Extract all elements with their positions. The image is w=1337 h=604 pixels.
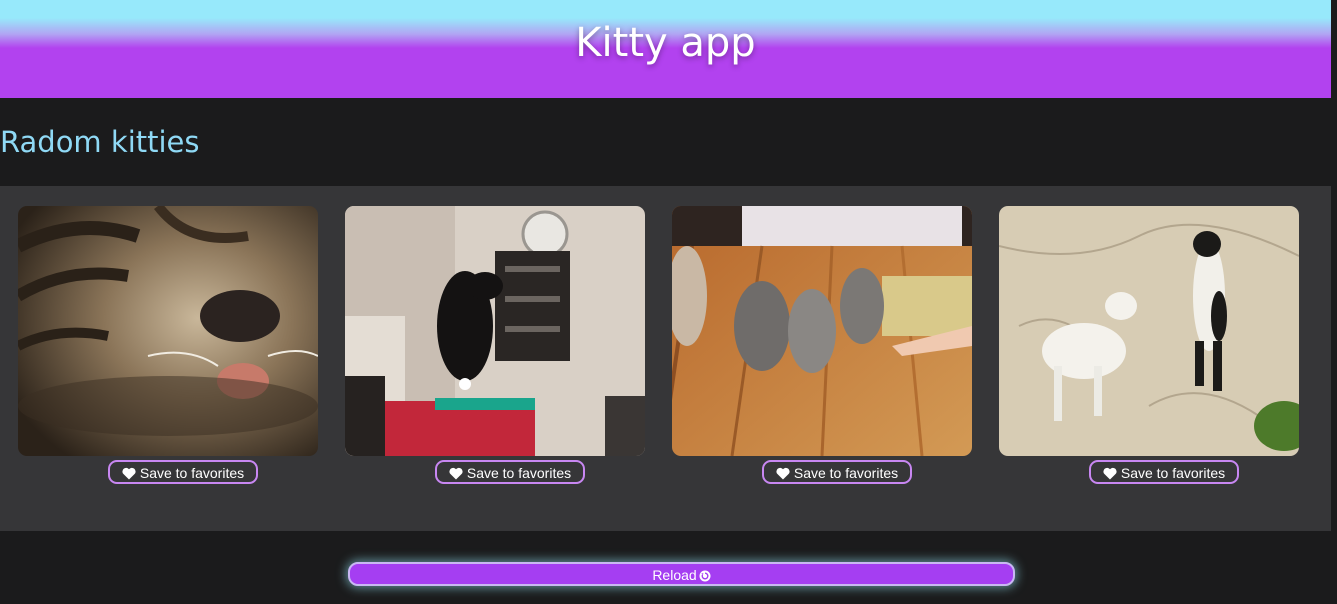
kitty-card: Save to favorites (999, 206, 1299, 484)
heart-icon (1103, 467, 1117, 480)
reload-button-label: Reload (652, 567, 697, 583)
save-button-label: Save to favorites (1120, 465, 1226, 481)
app-header: Kitty app (0, 0, 1331, 98)
kitty-photo (999, 206, 1299, 456)
save-to-favorites-button[interactable]: Save to favorites (435, 460, 585, 484)
kitty-photo (345, 206, 645, 456)
save-button-label: Save to favorites (466, 465, 572, 481)
kitty-gallery: Save to favorites Save to favorites Save… (0, 186, 1331, 531)
scrollbar[interactable] (1331, 0, 1337, 604)
heart-icon (449, 467, 463, 480)
save-button-label: Save to favorites (139, 465, 245, 481)
save-button-label: Save to favorites (793, 465, 899, 481)
kitty-card: Save to favorites (345, 206, 645, 484)
app-title: Kitty app (575, 20, 756, 66)
save-to-favorites-button[interactable]: Save to favorites (108, 460, 258, 484)
kitty-card: Save to favorites (672, 206, 972, 484)
kitty-photo (672, 206, 972, 456)
kitty-photo (18, 206, 318, 456)
kitty-card: Save to favorites (18, 206, 318, 484)
heart-icon (776, 467, 790, 480)
save-to-favorites-button[interactable]: Save to favorites (1089, 460, 1239, 484)
save-to-favorites-button[interactable]: Save to favorites (762, 460, 912, 484)
reload-button[interactable]: Reload (348, 562, 1015, 586)
heart-icon (122, 467, 136, 480)
section-title: Radom kitties (0, 125, 200, 159)
refresh-icon (699, 570, 711, 582)
